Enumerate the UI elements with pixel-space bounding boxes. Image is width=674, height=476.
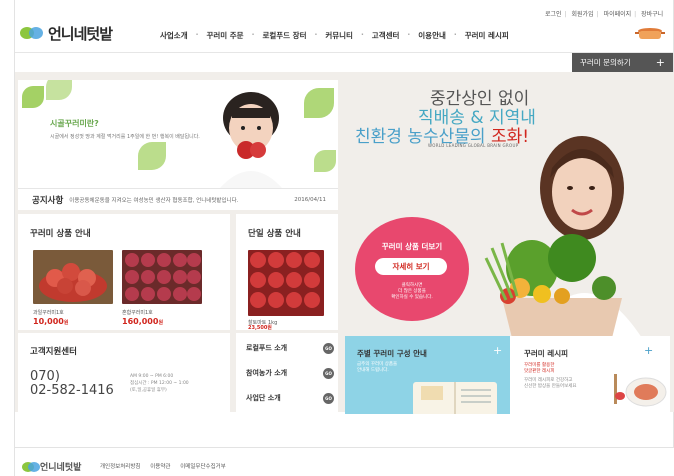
- nav-item-guide[interactable]: 이용안내: [418, 30, 446, 41]
- kkurami-panel-title: 꾸러미 상품 안내: [30, 229, 91, 239]
- inquiry-label: 꾸러미 문의하기: [580, 58, 631, 67]
- apple-basket-image[interactable]: [33, 250, 113, 304]
- notice-bar[interactable]: 공지사항 이용공동체운동을 지켜오는 여성농민 생산자 협동조합, 언니네텃밭입…: [18, 188, 338, 210]
- product-name: 혼합꾸러미1호: [122, 310, 153, 316]
- more-products-desc: 클릭하시면 더 많은 상품을 확인하실 수 있습니다.: [391, 283, 433, 300]
- nav-item-recipe[interactable]: 꾸러미 레시피: [465, 30, 509, 41]
- nav-item-localfood[interactable]: 로컬푸드 장터: [262, 30, 306, 41]
- leaf-logo-icon: [22, 461, 40, 472]
- link-farms[interactable]: 참여농가 소개 GO: [246, 366, 334, 380]
- login-link[interactable]: 로그인: [545, 11, 562, 18]
- plus-icon[interactable]: +: [493, 344, 502, 357]
- banner-title: 시골꾸러미란?: [50, 119, 99, 128]
- kkurami-product-panel: 꾸러미 상품 안내 과일꾸러미1호 10,000원 혼합꾸러미1호 160,00…: [18, 214, 230, 330]
- calendar-book-icon: [413, 382, 497, 414]
- plus-icon[interactable]: +: [644, 344, 653, 357]
- recipe-desc-highlight: 꾸러미를 활용한 맛글판한 레시피: [524, 363, 555, 374]
- nav-item-order[interactable]: 꾸러미 주문: [206, 30, 243, 41]
- footer-logo[interactable]: 언니네텃밭: [22, 460, 81, 473]
- view-detail-button[interactable]: 자세히 보기: [375, 258, 447, 275]
- phone-prefix: 070): [30, 369, 60, 384]
- more-products-title: 꾸러미 상품 더보기: [381, 242, 443, 251]
- nav-item-community[interactable]: 커뮤니티: [325, 30, 353, 41]
- go-icon[interactable]: GO: [323, 392, 334, 404]
- cart-link[interactable]: 장바구니: [641, 11, 663, 18]
- link-team[interactable]: 사업단 소개 GO: [246, 391, 334, 405]
- recipe-title: 꾸러미 레시피: [524, 349, 569, 358]
- leaf-decoration-icon: [22, 86, 44, 108]
- notice-date: 2016/04/11: [294, 196, 326, 203]
- leaf-decoration-icon: [314, 150, 336, 172]
- product-price: 160,000원: [122, 317, 164, 326]
- cs-title: 고객지원센터: [30, 347, 77, 357]
- go-icon[interactable]: GO: [323, 367, 334, 379]
- notice-label: 공지사항: [32, 195, 64, 206]
- email-refusal-link[interactable]: 이메일무단수집거부: [180, 464, 226, 470]
- site-logo[interactable]: 언니네텃밭: [20, 22, 113, 44]
- logo-text: 언니네텃밭: [48, 24, 113, 43]
- kkurami-banner[interactable]: 시골꾸러미란? 시골에서 정성껏 땅과 계절 먹거리를 1주일에 한 번! 행복…: [18, 80, 338, 188]
- weekly-desc: 금주의 꾸러미 상품을 안내해 드립니다.: [357, 362, 398, 373]
- dish-icon: [614, 374, 667, 407]
- terms-link[interactable]: 이용약관: [150, 464, 170, 470]
- notice-text[interactable]: 이용공동체운동을 지켜오는 여성농민 생산자 협동조합, 언니네텃밭입니다.: [69, 196, 238, 204]
- inquiry-tab[interactable]: 꾸러미 문의하기 +: [572, 53, 673, 72]
- cs-hours: AM 9:00 ~ PM 6:00 점심시간 : PM 12:00 ~ 1:00…: [130, 374, 189, 393]
- privacy-policy-link[interactable]: 개인정보처리방침: [100, 464, 140, 470]
- quick-links: 로컬푸드 소개 GO 참여농가 소개 GO 사업단 소개 GO: [236, 333, 338, 413]
- recipe-desc: 꾸러미 레시피로 건강하고 신선한 밥상을 만들어보세요: [524, 378, 577, 389]
- signup-link[interactable]: 회원가입: [572, 11, 594, 18]
- tomato-box-image[interactable]: [248, 250, 324, 316]
- go-icon[interactable]: GO: [323, 342, 334, 354]
- apple-box-image[interactable]: [122, 250, 202, 304]
- product-price: 23,500원: [248, 325, 272, 331]
- leaf-decoration-icon: [138, 142, 166, 170]
- nav-item-business[interactable]: 사업소개: [160, 30, 188, 41]
- util-links: 로그인 | 회원가입 | 마이페이지 | 장바구니: [545, 11, 664, 18]
- footer-links: 개인정보처리방침 이용약관 이메일무단수집거부: [100, 462, 234, 470]
- nav-item-support[interactable]: 고객센터: [372, 30, 400, 41]
- main-nav: 사업소개 · 꾸러미 주문 · 로컬푸드 장터 · 커뮤니티 · 고객센터 · 이용안내 ·…: [160, 30, 509, 41]
- phone-number: 02-582-1416: [30, 383, 114, 398]
- leaf-decoration-icon: [46, 80, 72, 100]
- single-product-panel: 단일 상품 안내 찰토마토 1kg 23,500원: [236, 214, 338, 331]
- girl-with-apple-image: [220, 92, 282, 188]
- product-name: 과일꾸러미1호: [33, 310, 64, 316]
- woman-with-vegetables-image: [484, 136, 642, 338]
- banner-desc: 시골에서 정성껏 땅과 계절 먹거리를 1주일에 한 번! 행복이 배달됩니다.: [50, 134, 200, 140]
- mypage-link[interactable]: 마이페이지: [604, 11, 632, 18]
- single-panel-title: 단일 상품 안내: [248, 229, 301, 239]
- leaf-logo-icon: [20, 25, 44, 41]
- weekly-kkurami-box[interactable]: 주별 꾸러미 구성 안내 금주의 꾸러미 상품을 안내해 드립니다. +: [345, 336, 510, 414]
- recipe-box[interactable]: 꾸러미 레시피 꾸러미를 활용한 맛글판한 레시피 꾸러미 레시피로 건강하고 신선…: [510, 336, 670, 414]
- weekly-title: 주별 꾸러미 구성 안내: [357, 349, 427, 358]
- customer-center: 고객지원센터 070) 02-582-1416 AM 9:00 ~ PM 6:0…: [18, 333, 230, 413]
- leaf-decoration-icon: [304, 88, 334, 118]
- pot-icon: [635, 28, 665, 39]
- more-products-circle: 꾸러미 상품 더보기 자세히 보기 클릭하시면 더 많은 상품을 확인하실 수 있습…: [355, 217, 469, 321]
- plus-icon: +: [655, 56, 665, 69]
- product-price: 10,000원: [33, 317, 69, 326]
- link-localfood[interactable]: 로컬푸드 소개 GO: [246, 341, 334, 355]
